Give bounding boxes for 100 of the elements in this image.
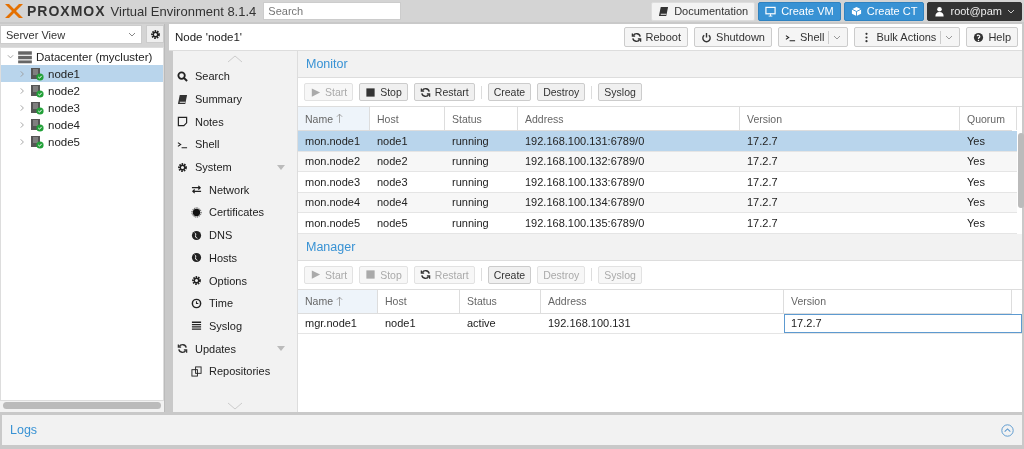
tree-item[interactable]: node3 bbox=[1, 99, 163, 116]
nav-item[interactable]: Search bbox=[173, 65, 297, 88]
table-cell-text: Yes bbox=[966, 154, 986, 170]
tree-item[interactable]: node5 bbox=[1, 133, 163, 150]
tree-item[interactable]: node1 bbox=[1, 65, 163, 82]
nav-item[interactable]: Hosts bbox=[173, 246, 297, 270]
toolbar-button[interactable]: Bulk Actions bbox=[854, 27, 961, 47]
refresh-icon bbox=[177, 343, 188, 355]
node-online-icon bbox=[29, 100, 45, 115]
column-header[interactable]: Host bbox=[378, 289, 460, 313]
caret-icon bbox=[1007, 8, 1015, 14]
toolbar-button[interactable]: Shell bbox=[778, 27, 849, 47]
column-header[interactable]: Address bbox=[518, 107, 740, 130]
column-header[interactable]: Status bbox=[460, 289, 541, 313]
gear-icon bbox=[191, 275, 202, 287]
toolbar-button[interactable]: Help bbox=[966, 27, 1018, 47]
scroll-up-icon[interactable] bbox=[227, 55, 243, 63]
table-row[interactable]: mon.node5 node5 running 192.168.100.135:6789/0 17.2.7 Yes bbox=[298, 213, 1017, 234]
column-header[interactable]: Address bbox=[541, 289, 784, 313]
table-cell-text: mon.node5 bbox=[304, 215, 362, 231]
caret-icon bbox=[945, 34, 954, 40]
table-cell-text: node4 bbox=[376, 195, 409, 211]
user-menu-button[interactable]: root@pam bbox=[927, 1, 1022, 21]
settings-button[interactable] bbox=[146, 25, 164, 43]
toolbar-button[interactable]: Restart bbox=[413, 83, 475, 101]
table-cell-text: 192.168.100.131 bbox=[547, 316, 632, 332]
refresh-icon bbox=[419, 269, 431, 280]
column-header[interactable]: Version bbox=[784, 289, 1012, 313]
tree-item[interactable]: node4 bbox=[1, 116, 163, 133]
table-row[interactable]: mon.node3 node3 running 192.168.100.133:6789/0 17.2.7 Yes bbox=[298, 172, 1017, 193]
table-cell-text: mon.node1 bbox=[304, 133, 362, 149]
book-icon bbox=[658, 5, 670, 17]
table-row[interactable]: mon.node1 node1 running 192.168.100.131:6789/0 17.2.7 Yes bbox=[298, 131, 1017, 152]
table-cell-text: running bbox=[451, 215, 490, 231]
tree-item[interactable]: node2 bbox=[1, 82, 163, 99]
column-header[interactable]: Version bbox=[740, 107, 960, 130]
table-cell-text: 192.168.100.134:6789/0 bbox=[524, 195, 646, 211]
table-cell-text: mon.node2 bbox=[304, 154, 362, 170]
list-icon bbox=[191, 320, 202, 332]
gear-icon bbox=[177, 161, 188, 173]
table-cell-text: 192.168.100.135:6789/0 bbox=[524, 215, 646, 231]
node-online-icon bbox=[29, 117, 45, 132]
caret-icon bbox=[833, 34, 842, 40]
table-cell-text: running bbox=[451, 133, 490, 149]
table-cell-text: node5 bbox=[376, 215, 409, 231]
column-header[interactable]: Host bbox=[370, 107, 445, 130]
table-cell-text: 17.2.7 bbox=[746, 215, 779, 231]
column-header[interactable]: Status bbox=[445, 107, 518, 130]
table-cell-text: running bbox=[451, 154, 490, 170]
nav-item[interactable]: DNS bbox=[173, 223, 297, 247]
nav-item[interactable]: Shell bbox=[173, 133, 297, 156]
search-field[interactable]: Search bbox=[263, 2, 402, 20]
table-row[interactable]: mgr.node1 node1 active 192.168.100.131 17.2.7 bbox=[298, 313, 1022, 334]
table-cell-text: Yes bbox=[966, 215, 986, 231]
node-online-icon bbox=[29, 83, 45, 98]
help-icon bbox=[973, 31, 985, 43]
nav-item[interactable]: Time bbox=[173, 291, 297, 315]
toolbar-button[interactable]: Create bbox=[487, 265, 532, 284]
logs-title: Logs bbox=[10, 423, 38, 437]
sort-arrow-icon bbox=[336, 295, 343, 307]
play-icon bbox=[310, 269, 321, 280]
table-cell-text: 192.168.100.131:6789/0 bbox=[524, 133, 646, 149]
table-cell-text: Yes bbox=[966, 195, 986, 211]
toolbar-button[interactable]: Create bbox=[487, 83, 532, 101]
scrollbar[interactable] bbox=[1018, 133, 1024, 208]
nav-item[interactable]: Options bbox=[173, 269, 297, 292]
brand-logo: PROXMOX bbox=[27, 3, 106, 19]
table-cell-text: 192.168.100.133:6789/0 bbox=[524, 174, 646, 190]
toolbar-button[interactable]: Reboot bbox=[623, 27, 689, 47]
view-dropdown[interactable]: Server View bbox=[0, 25, 142, 44]
nav-item[interactable]: Syslog bbox=[173, 314, 297, 338]
arrows-icon bbox=[191, 184, 202, 196]
scrollbar[interactable] bbox=[3, 402, 161, 409]
scroll-down-icon[interactable] bbox=[227, 402, 243, 410]
header-button[interactable]: Documentation bbox=[651, 1, 756, 21]
toolbar-button[interactable]: Syslog bbox=[598, 83, 642, 101]
column-header[interactable]: Quorum bbox=[960, 107, 1017, 130]
refresh-icon bbox=[419, 86, 431, 98]
tree-item[interactable]: Datacenter (mycluster) bbox=[1, 48, 163, 65]
node-online-icon bbox=[29, 66, 45, 81]
nav-item[interactable]: Certificates bbox=[173, 201, 297, 224]
nav-item[interactable]: Repositories bbox=[173, 359, 297, 383]
toolbar-button[interactable]: Shutdown bbox=[694, 27, 772, 47]
column-header[interactable]: Name bbox=[298, 107, 370, 130]
toolbar-button[interactable]: Destroy bbox=[537, 83, 586, 101]
nav-item[interactable]: Summary bbox=[173, 87, 297, 111]
nav-item[interactable]: Notes bbox=[173, 110, 297, 134]
nav-item[interactable]: System bbox=[173, 155, 297, 179]
nav-item[interactable]: Network bbox=[173, 178, 297, 202]
nav-item[interactable]: Updates bbox=[173, 337, 297, 360]
table-row[interactable]: mon.node2 node2 running 192.168.100.132:6789/0 17.2.7 Yes bbox=[298, 151, 1017, 172]
product-version: Virtual Environment 8.1.4 bbox=[110, 3, 257, 19]
node-title: Node 'node1' bbox=[175, 31, 243, 43]
collapse-icon[interactable] bbox=[1001, 423, 1014, 437]
table-cell-text: 17.2.7 bbox=[746, 195, 779, 211]
table-cell-text: mon.node3 bbox=[304, 174, 362, 190]
clock-icon bbox=[191, 297, 202, 309]
column-header[interactable]: Name bbox=[298, 289, 378, 313]
toolbar-button[interactable]: Stop bbox=[359, 83, 408, 101]
table-row[interactable]: mon.node4 node4 running 192.168.100.134:6789/0 17.2.7 Yes bbox=[298, 192, 1017, 213]
